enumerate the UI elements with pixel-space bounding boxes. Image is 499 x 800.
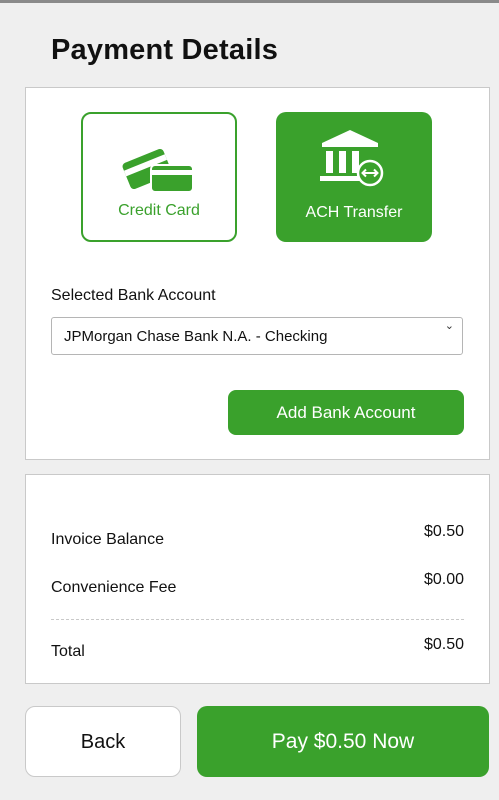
chevron-down-icon: ⌄ bbox=[444, 320, 454, 332]
total-label: Total bbox=[51, 643, 85, 660]
add-bank-account-button[interactable]: Add Bank Account bbox=[228, 390, 464, 435]
convenience-fee-value: $0.00 bbox=[423, 571, 464, 588]
invoice-balance-label: Invoice Balance bbox=[51, 531, 164, 548]
ach-transfer-option[interactable]: ACH Transfer bbox=[276, 112, 432, 242]
pay-now-button[interactable]: Pay $0.50 Now bbox=[197, 706, 489, 777]
convenience-fee-label: Convenience Fee bbox=[51, 579, 177, 596]
credit-card-option[interactable]: Credit Card bbox=[81, 112, 237, 242]
back-button[interactable]: Back bbox=[25, 706, 181, 777]
invoice-balance-value: $0.50 bbox=[423, 523, 464, 540]
top-border bbox=[0, 0, 499, 3]
page-title: Payment Details bbox=[51, 34, 279, 66]
payment-summary-card: Invoice Balance $0.50 Convenience Fee $0… bbox=[25, 474, 490, 684]
bank-account-select[interactable]: JPMorgan Chase Bank N.A. - Checking ⌄ bbox=[51, 317, 463, 355]
ach-transfer-label: ACH Transfer bbox=[305, 204, 403, 221]
bank-account-label: Selected Bank Account bbox=[51, 287, 216, 304]
credit-card-label: Credit Card bbox=[118, 202, 200, 219]
bank-account-selected-value: JPMorgan Chase Bank N.A. - Checking bbox=[64, 328, 328, 345]
total-value: $0.50 bbox=[423, 636, 464, 653]
summary-divider bbox=[51, 619, 464, 620]
bank-transfer-icon bbox=[320, 130, 384, 187]
payment-method-card: Credit Card ACH Transfer Selected Bank A… bbox=[25, 87, 490, 460]
credit-card-icon bbox=[122, 149, 194, 193]
